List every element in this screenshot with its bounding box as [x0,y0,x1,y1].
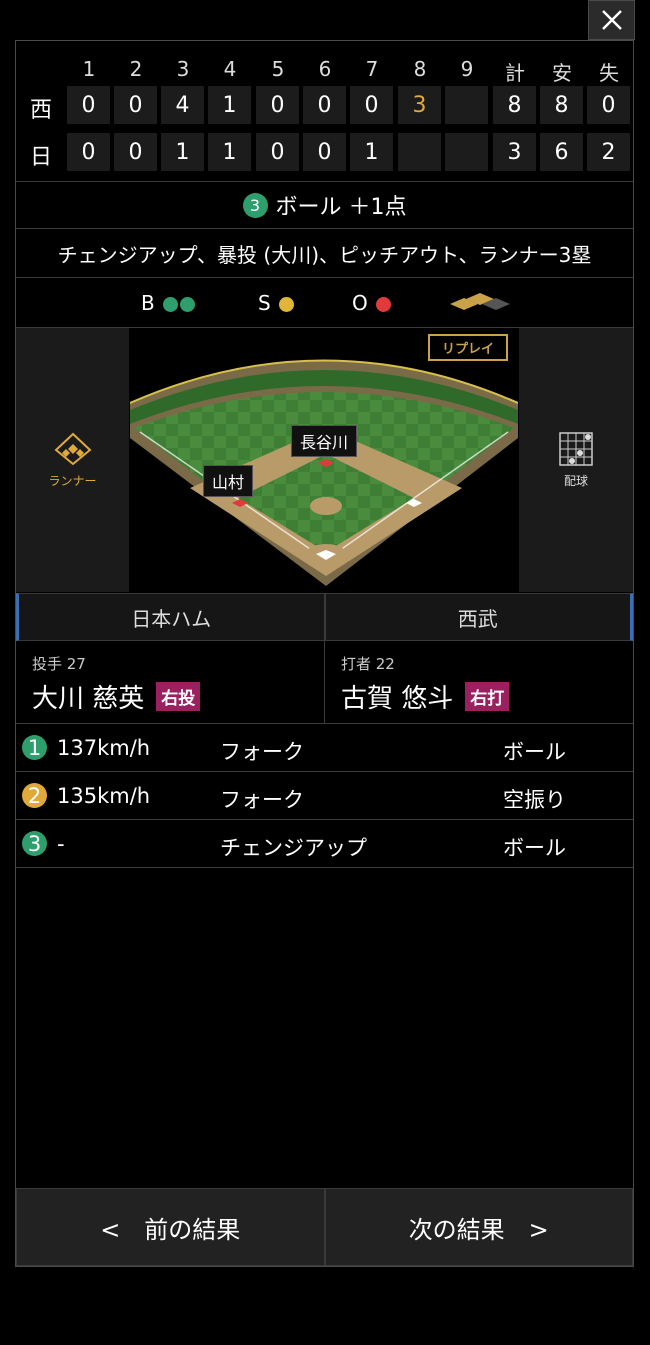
batter-info: 打者 22 古賀 悠斗 右打 [325,641,633,724]
inning-score [398,133,441,171]
total-score: 3 [493,133,536,171]
inning-score [445,133,488,171]
field-area: ランナー リプレイ 長谷川 山村 配球 [16,327,633,594]
total-score: 0 [587,86,630,124]
matchup: 投手 27 大川 慈英 右投 打者 22 古賀 悠斗 右打 [16,641,633,724]
inning-score: 0 [350,86,393,124]
batter-hand-badge: 右打 [465,682,510,711]
inning-score: 1 [161,133,204,171]
ball-count: B [141,290,196,315]
fielder-label: 山村 [203,465,254,497]
ball-dot [180,296,196,312]
total-header: 失 [599,61,619,85]
inning-score: 0 [256,133,299,171]
inning-score: 0 [114,133,157,171]
total-score: 8 [540,86,583,124]
scoreboard-team: 西 [29,98,52,123]
inning-score: 4 [161,86,204,124]
play-description: チェンジアップ、暴投 (大川)、ピッチアウト、ランナー3塁 [16,228,633,277]
pitch-number-badge: 2 [22,783,47,808]
pitch-chart-label: 配球 [563,473,588,488]
runner-button[interactable]: ランナー [16,328,129,592]
scoreboard: 1 2 3 4 5 6 7 8 9 計 安 失 西00410003880日001… [16,41,633,181]
close-icon [601,10,622,30]
pitcher-name: 大川 慈英 [32,684,145,714]
batter-role: 打者 22 [341,655,395,673]
pitch-speed: 137km/h [57,736,151,760]
strike-label: S [258,290,271,315]
pitch-type: フォーク [220,788,304,812]
batter-name: 古賀 悠斗 [341,684,454,714]
pitch-result: ボール [503,836,566,860]
baseball-field [130,359,518,586]
inning-score: 0 [303,133,346,171]
inning-score: 1 [208,86,251,124]
inning-header: 8 [413,57,427,81]
out-dot [376,296,392,312]
pitcher-hand-badge: 右投 [156,682,201,711]
total-score: 8 [493,86,536,124]
fielder-label: 長谷川 [291,425,358,457]
inning-score: 0 [303,86,346,124]
pitch-result: 空振り [503,788,566,812]
pitch-type: チェンジアップ [220,836,367,860]
inning-header: 7 [365,57,379,81]
close-button[interactable] [588,0,635,40]
pitch-speed: - [57,832,65,856]
inning-score [445,86,488,124]
pitcher-info: 投手 27 大川 慈英 右投 [16,641,325,724]
out-label: O [352,290,368,315]
inning-header: 6 [318,57,332,81]
pitcher-role: 投手 27 [32,655,86,673]
inning-score: 1 [208,133,251,171]
count-row: B S O [16,277,633,327]
next-result-button[interactable]: 次の結果 > [324,1188,633,1266]
pitch-chart-button[interactable]: 配球 [519,328,633,592]
pitch-row[interactable]: 2 135km/h フォーク 空振り [16,772,633,820]
inning-score: 0 [67,86,110,124]
inning-score: 0 [67,133,110,171]
pitch-grid-icon [559,431,593,466]
prev-result-button[interactable]: < 前の結果 [16,1188,325,1266]
team-tab-home[interactable]: 日本ハム [16,593,325,641]
inning-score: 0 [114,86,157,124]
pitch-number-badge: 3 [242,192,268,218]
inning-header: 9 [460,57,474,81]
event-text: ボール ＋1点 [275,195,407,220]
inning-header: 3 [176,57,190,81]
team-tabs: 日本ハム 西武 [16,593,633,641]
bases-icon [450,293,510,310]
inning-score: 1 [350,133,393,171]
team-tab-away[interactable]: 西武 [324,593,633,641]
pitch-number-badge: 3 [22,831,47,856]
inning-header: 5 [271,57,285,81]
pitch-result: ボール [503,740,566,764]
runner-label: ランナー [48,473,97,488]
total-header: 計 [505,61,525,85]
out-count: O [352,290,392,315]
result-navigation: < 前の結果 次の結果 > [16,1188,633,1266]
replay-button[interactable]: リプレイ [428,334,509,361]
event-row: 3 ボール ＋1点 [16,181,633,228]
total-score: 6 [540,133,583,171]
inning-header: 2 [129,57,143,81]
inning-header: 1 [82,57,96,81]
pitch-row[interactable]: 3- チェンジアップ ボール [16,820,633,868]
strike-dot [279,296,295,312]
inning-score: 0 [256,86,299,124]
pitch-type: フォーク [220,740,304,764]
diamond-icon [53,432,92,465]
inning-header: 4 [223,57,237,81]
inning-score: 3 [398,86,441,124]
ball-label: B [141,290,155,315]
total-header: 安 [552,61,572,85]
pitch-row[interactable]: 1 137km/h フォーク ボール [16,724,633,772]
ball-dot [163,296,179,312]
strike-count: S [258,290,295,315]
total-score: 2 [587,133,630,171]
scoreboard-team: 日 [29,145,52,170]
pitch-speed: 135km/h [57,784,151,808]
pitch-number-badge: 1 [22,735,47,760]
game-result-panel: 1 2 3 4 5 6 7 8 9 計 安 失 西00410003880日001… [15,40,634,1267]
